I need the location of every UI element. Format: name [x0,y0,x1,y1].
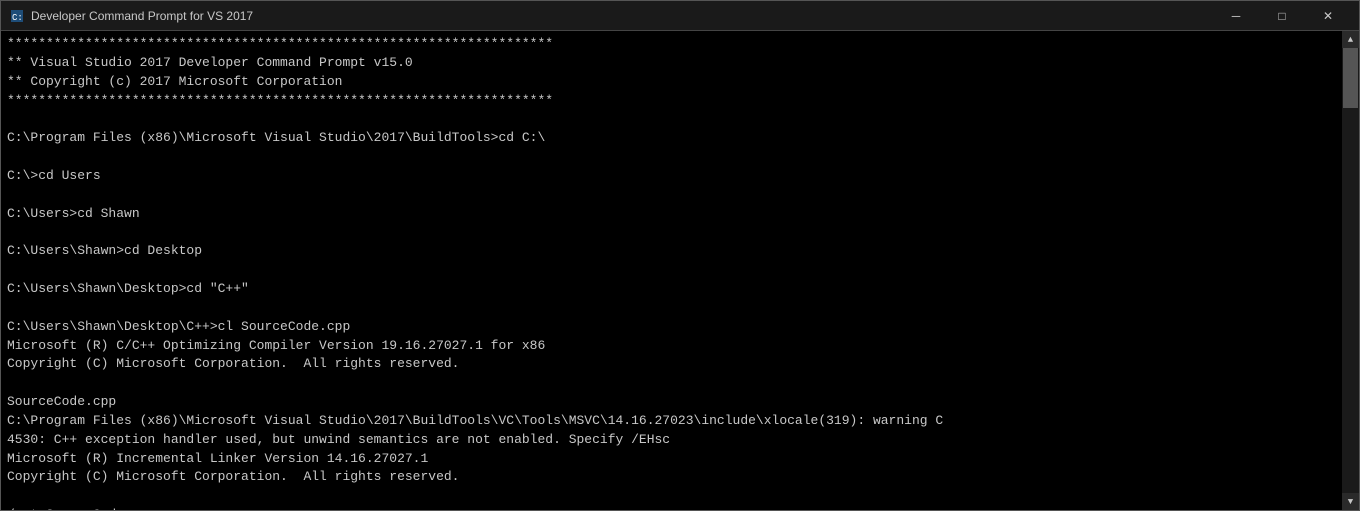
scroll-up-button[interactable]: ▲ [1342,31,1359,48]
title-bar: C: Developer Command Prompt for VS 2017 … [1,1,1359,31]
window-title: Developer Command Prompt for VS 2017 [31,9,253,23]
scrollbar[interactable]: ▲ ▼ [1342,31,1359,510]
window: C: Developer Command Prompt for VS 2017 … [0,0,1360,511]
scrollbar-thumb[interactable] [1343,48,1358,108]
maximize-button[interactable]: □ [1259,1,1305,31]
minimize-button[interactable]: ─ [1213,1,1259,31]
scrollbar-track[interactable] [1342,48,1359,493]
app-icon: C: [9,8,25,24]
title-bar-controls: ─ □ ✕ [1213,1,1351,31]
close-button[interactable]: ✕ [1305,1,1351,31]
scroll-down-button[interactable]: ▼ [1342,493,1359,510]
console-output: ****************************************… [7,35,1338,510]
title-bar-left: C: Developer Command Prompt for VS 2017 [9,8,253,24]
console-area: ****************************************… [1,31,1359,510]
svg-text:C:: C: [12,13,23,23]
console-content[interactable]: ****************************************… [1,31,1342,510]
